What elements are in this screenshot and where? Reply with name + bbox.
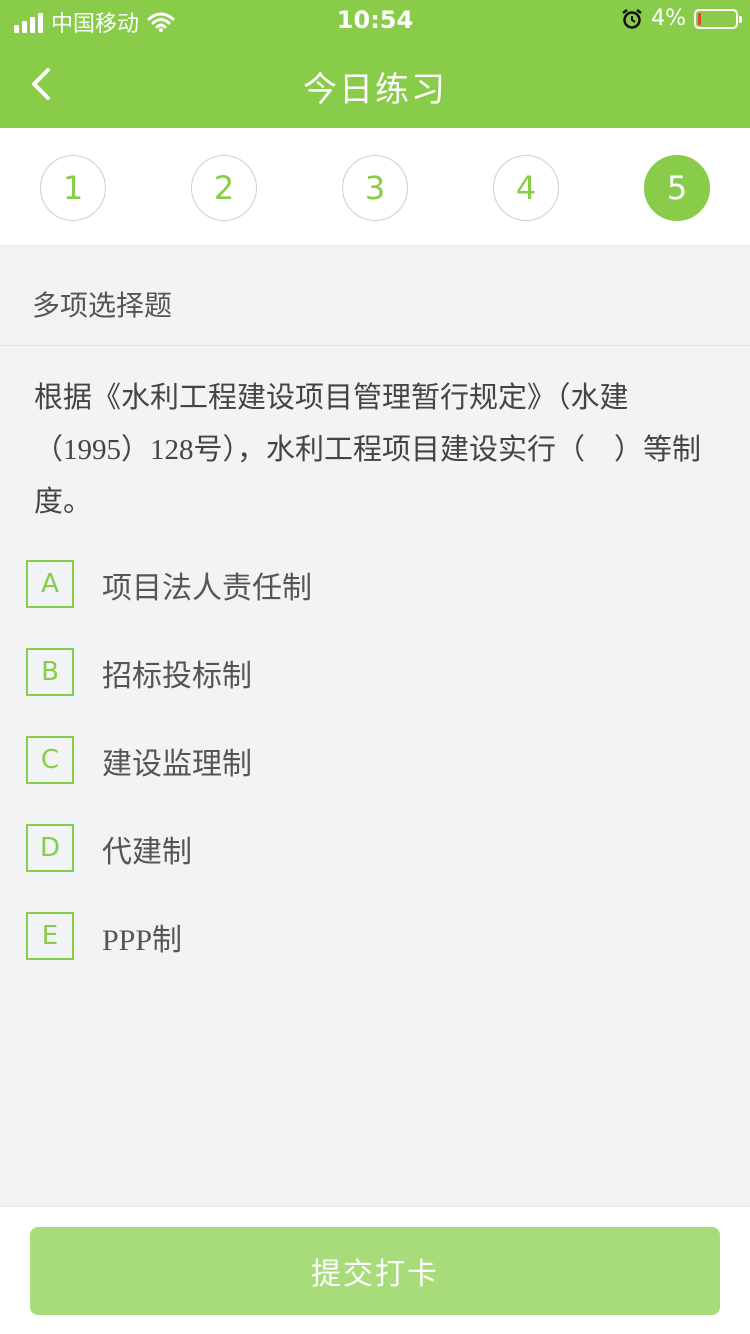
option-key: B: [26, 648, 74, 696]
option-label: 招标投标制: [102, 660, 252, 693]
status-bar: 中国移动 10:54 4%: [0, 0, 750, 40]
question-stepper: 1 2 3 4 5: [0, 128, 750, 246]
option-a[interactable]: A 项目法人责任制: [26, 558, 726, 646]
option-label: PPP制: [102, 924, 183, 957]
battery-percent: 4%: [651, 6, 686, 31]
options-list: A 项目法人责任制 B 招标投标制 C 建设监理制 D 代建制 E PPP制: [26, 558, 726, 998]
question-type-bar: 多项选择题: [0, 246, 750, 346]
step-1[interactable]: 1: [40, 155, 106, 221]
submit-button[interactable]: 提交打卡: [30, 1227, 720, 1315]
step-3[interactable]: 3: [342, 155, 408, 221]
option-key: D: [26, 824, 74, 872]
step-5[interactable]: 5: [644, 155, 710, 221]
option-label: 代建制: [102, 836, 192, 869]
option-d[interactable]: D 代建制: [26, 822, 726, 910]
question-text: 根据《水利工程建设项目管理暂行规定》（水建（1995）128号），水利工程项目建…: [34, 382, 702, 518]
footer-bar: 提交打卡: [0, 1206, 750, 1334]
alarm-icon: [622, 8, 642, 29]
page-title: 今日练习: [303, 70, 447, 110]
status-right: 4%: [621, 6, 742, 31]
option-key: A: [26, 560, 74, 608]
app-header: 中国移动 10:54 4% 今日练习: [0, 0, 750, 128]
step-4[interactable]: 4: [493, 155, 559, 221]
question-type-label: 多项选择题: [32, 289, 173, 322]
option-c[interactable]: C 建设监理制: [26, 734, 726, 822]
option-e[interactable]: E PPP制: [26, 910, 726, 998]
battery-icon: [694, 8, 742, 29]
option-key: C: [26, 736, 74, 784]
step-2[interactable]: 2: [191, 155, 257, 221]
option-key: E: [26, 912, 74, 960]
option-b[interactable]: B 招标投标制: [26, 646, 726, 734]
option-label: 建设监理制: [102, 748, 252, 781]
nav-bar: 今日练习: [0, 40, 750, 128]
option-label: 项目法人责任制: [102, 572, 312, 605]
